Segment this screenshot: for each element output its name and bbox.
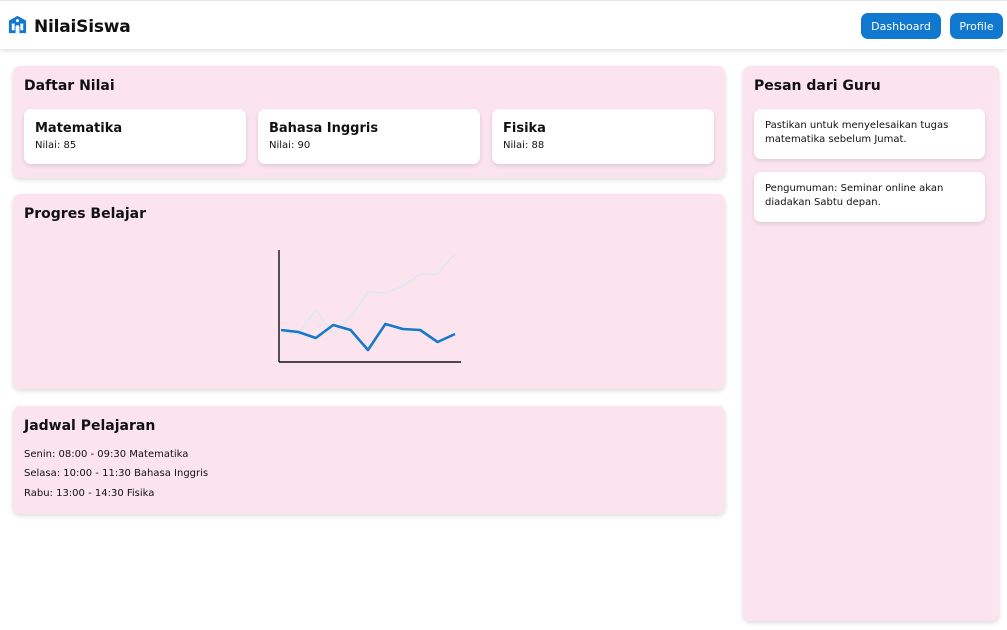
grades-title: Daftar Nilai	[24, 78, 115, 94]
series-line-2	[280, 253, 456, 335]
school-icon	[7, 14, 34, 39]
grade-subject: Bahasa Inggris	[269, 121, 379, 136]
grade-card-bahasa-inggris[interactable]: Bahasa Inggris Nilai: 90	[258, 109, 480, 164]
schedule-panel: Jadwal Pelajaran Senin: 08:00 - 09:30 Ma…	[13, 406, 725, 514]
schedule-item: Senin: 08:00 - 09:30 Matematika	[24, 449, 189, 460]
grade-value: Nilai: 90	[269, 140, 311, 151]
message-card[interactable]: Pengumuman: Seminar online akan diadakan…	[754, 172, 985, 222]
schedule-item: Rabu: 13:00 - 14:30 Fisika	[24, 488, 155, 499]
grade-card-fisika[interactable]: Fisika Nilai: 88	[492, 109, 714, 164]
messages-panel: Pesan dari Guru Pastikan untuk menyelesa…	[743, 66, 999, 621]
grade-subject: Matematika	[35, 121, 123, 136]
series-line-1	[280, 322, 456, 352]
message-card[interactable]: Pastikan untuk menyelesaikan tugas matem…	[754, 109, 985, 159]
messages-title: Pesan dari Guru	[754, 78, 881, 94]
brand[interactable]: NilaiSiswa	[7, 14, 131, 39]
grade-value: Nilai: 88	[503, 140, 545, 151]
schedule-title: Jadwal Pelajaran	[24, 418, 156, 434]
brand-name: NilaiSiswa	[34, 16, 131, 37]
top-navbar: NilaiSiswa Dashboard Profile	[0, 0, 1007, 49]
dashboard-button[interactable]: Dashboard	[861, 13, 941, 39]
schedule-item: Selasa: 10:00 - 11:30 Bahasa Inggris	[24, 468, 209, 479]
grade-card-matematika[interactable]: Matematika Nilai: 85	[24, 109, 246, 164]
grade-subject: Fisika	[503, 121, 546, 136]
profile-button[interactable]: Profile	[950, 13, 1003, 39]
progress-panel: Progres Belajar	[13, 194, 725, 389]
progress-chart	[278, 250, 461, 363]
grade-value: Nilai: 85	[35, 140, 77, 151]
grades-panel: Daftar Nilai Matematika Nilai: 85 Bahasa…	[13, 66, 725, 178]
progress-title: Progres Belajar	[24, 206, 146, 222]
